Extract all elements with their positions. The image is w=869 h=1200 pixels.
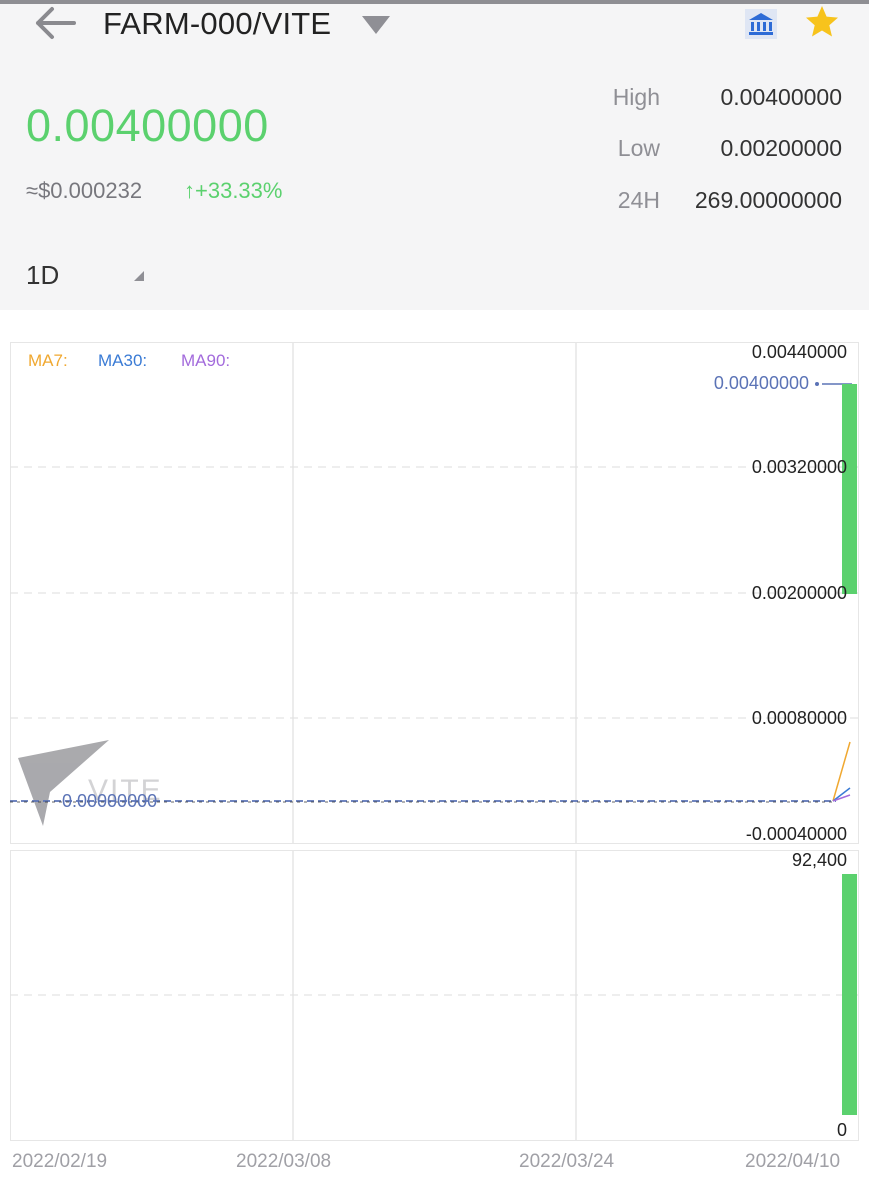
ma7-line (832, 741, 851, 802)
ma7-legend: MA7: (28, 351, 68, 370)
price-axis-label: 0.00320000 (751, 457, 847, 477)
price-candle (842, 384, 857, 594)
price-axis-label: -0.00040000 (745, 824, 847, 844)
x-axis-label: 2022/04/10 (745, 1151, 841, 1172)
ma90-legend: MA90: (181, 351, 231, 370)
current-price-label: 0.00400000 (713, 373, 809, 393)
ma90-line (832, 794, 851, 802)
price-axis-label: 0.00200000 (751, 583, 847, 603)
x-axis-label: 2022/02/19 (12, 1151, 108, 1172)
x-axis-label: 2022/03/08 (236, 1151, 332, 1172)
price-axis-label: 0.00080000 (751, 708, 847, 728)
price-axis-label: 0.00440000 (751, 342, 847, 362)
volume-bar (842, 874, 857, 1115)
chart-canvas: VITE (10, 342, 859, 1141)
x-axis-label: 2022/03/24 (519, 1151, 615, 1172)
zero-price-label: 0.00000000 (62, 791, 158, 811)
vite-logo: VITE (18, 740, 161, 826)
volume-axis-max: 92,400 (791, 850, 847, 870)
volume-axis-min: 0 (836, 1120, 847, 1140)
ma30-legend: MA30: (98, 351, 148, 370)
